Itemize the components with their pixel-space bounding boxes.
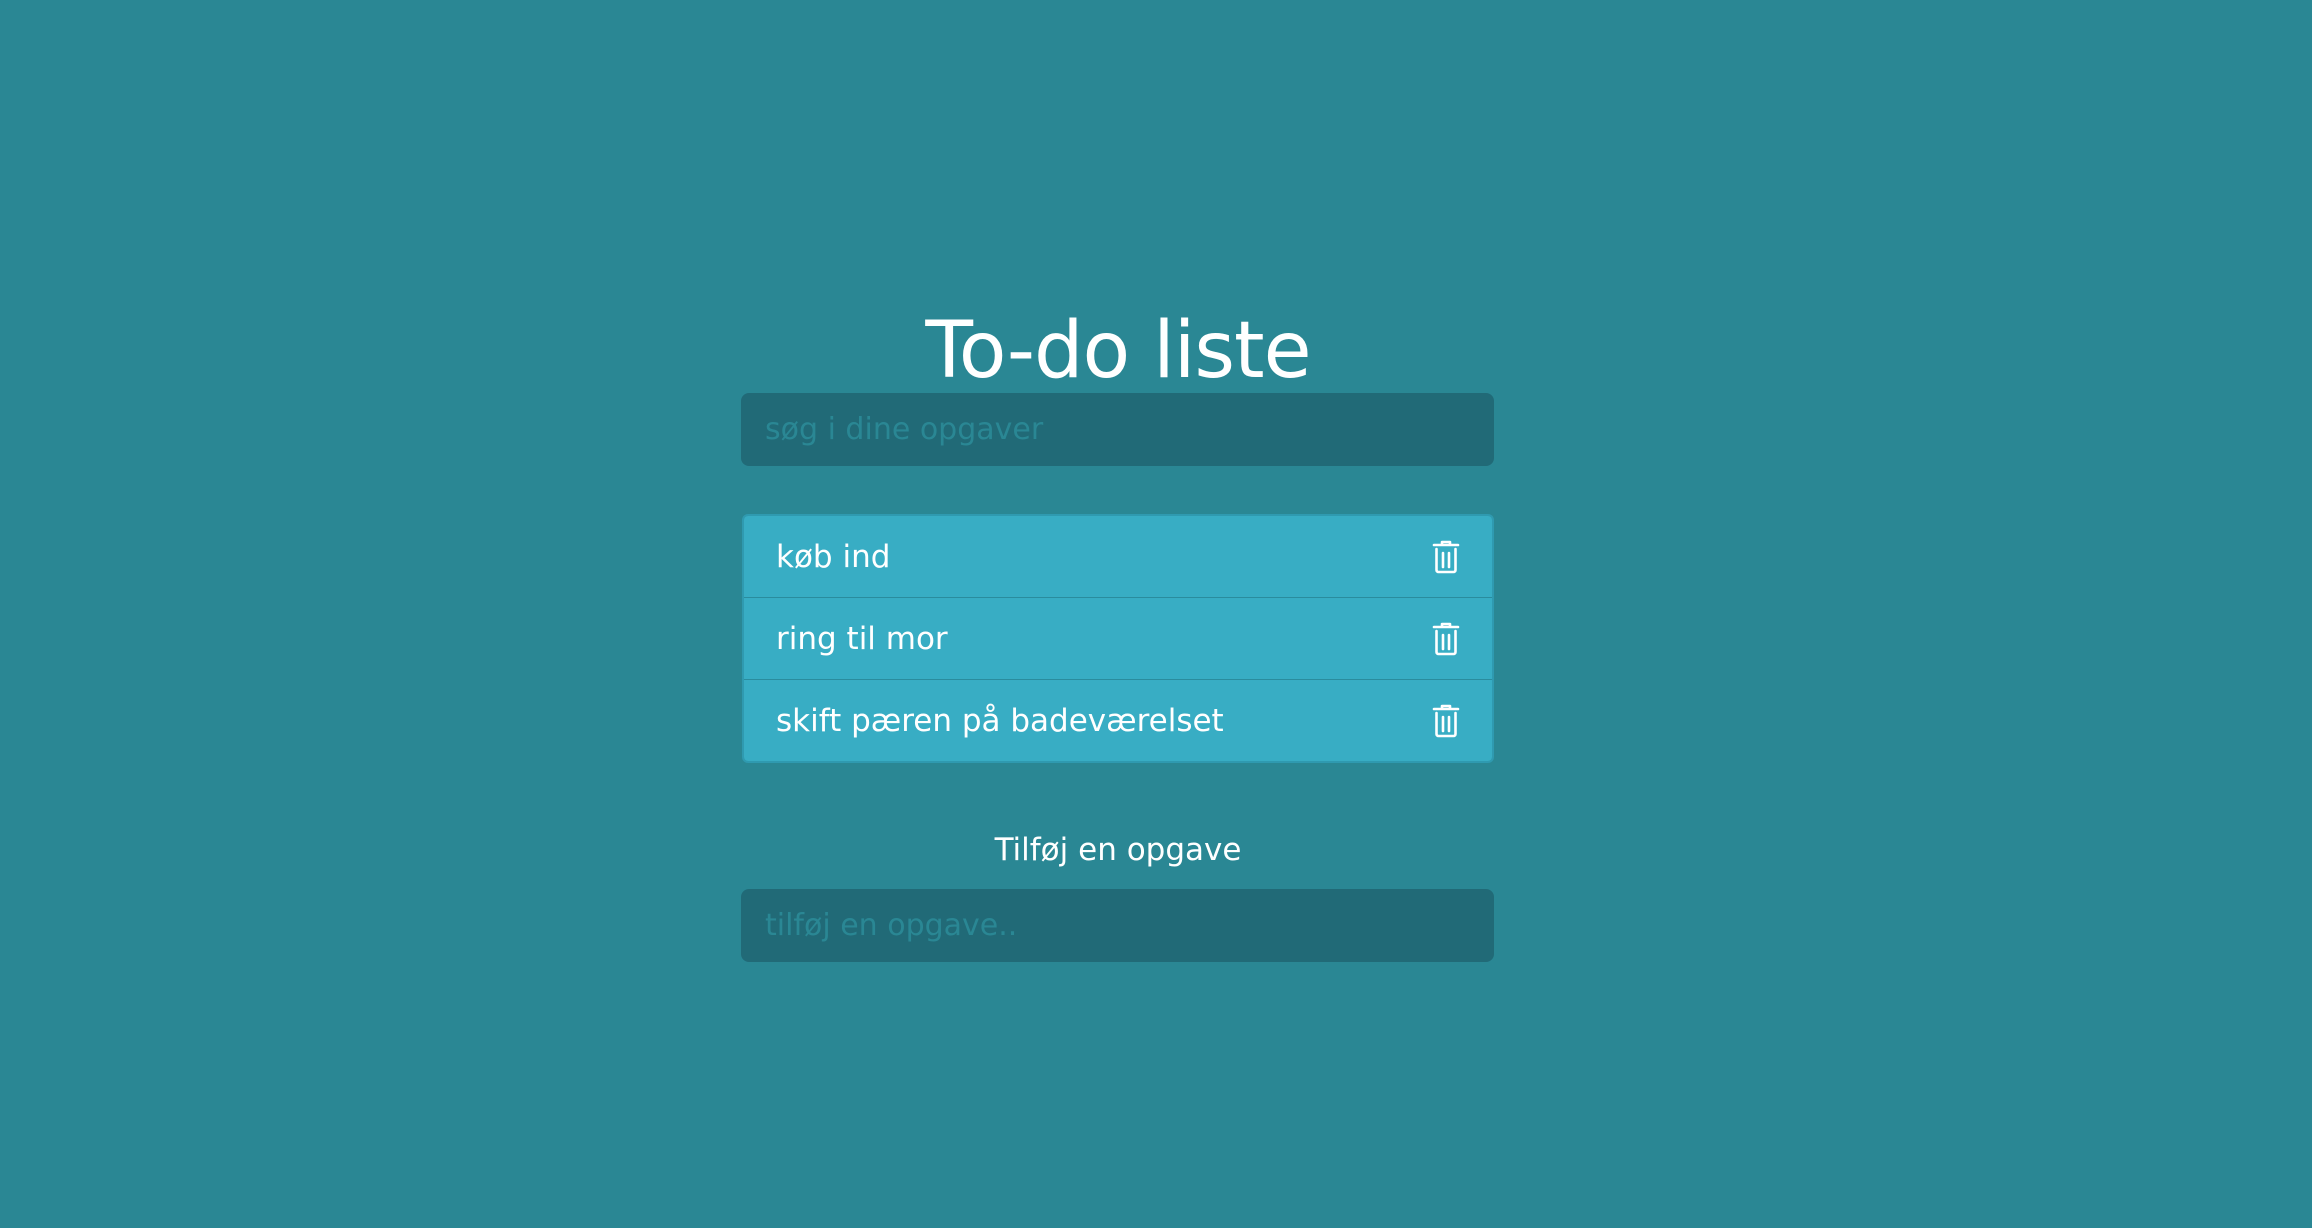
add-task-label: Tilføj en opgave [994,832,1242,868]
search-input[interactable] [741,393,1494,466]
page-title: To-do liste [925,306,1311,397]
todo-text: køb ind [776,538,891,575]
add-task-input[interactable] [741,889,1494,962]
todo-list: køb ind ring til mor skift pæren på bade… [742,514,1494,763]
todo-text: skift pæren på badeværelset [776,702,1224,739]
list-item: skift pæren på badeværelset [744,680,1492,761]
list-item: ring til mor [744,598,1492,680]
todo-text: ring til mor [776,620,948,657]
trash-icon[interactable] [1430,539,1462,575]
trash-icon[interactable] [1430,703,1462,739]
list-item: køb ind [744,516,1492,598]
trash-icon[interactable] [1430,621,1462,657]
todo-app: To-do liste køb ind ring til mor [0,0,2312,1228]
